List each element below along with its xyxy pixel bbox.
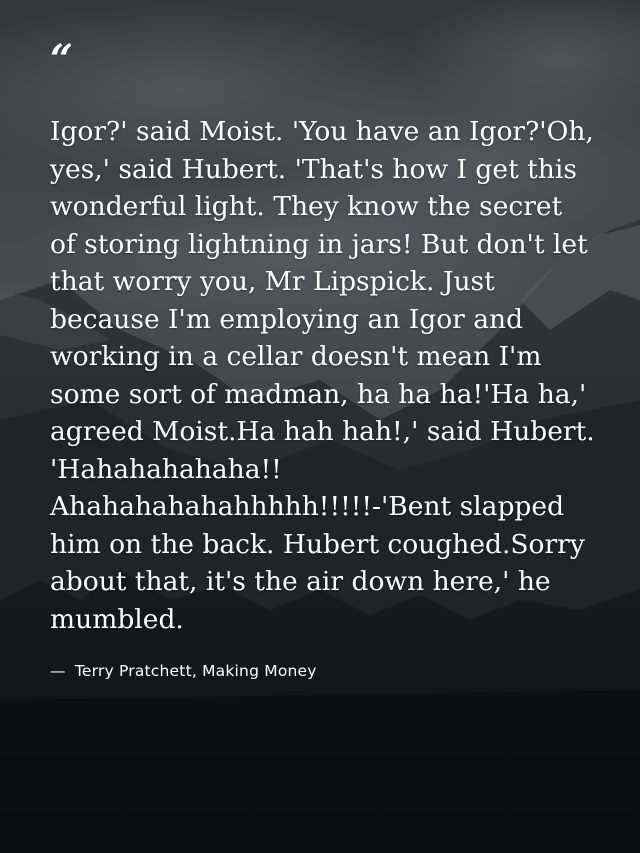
quote-mark-icon: “ [50, 36, 73, 83]
quote-card: “ Igor?' said Moist. 'You have an Igor?'… [50, 36, 595, 681]
attribution-author: Terry Pratchett, Making Money [74, 662, 317, 680]
quote-text: Igor?' said Moist. 'You have an Igor?'Oh… [50, 116, 595, 635]
attribution: — Terry Pratchett, Making Money [50, 662, 595, 680]
attribution-dash: — [50, 662, 66, 680]
